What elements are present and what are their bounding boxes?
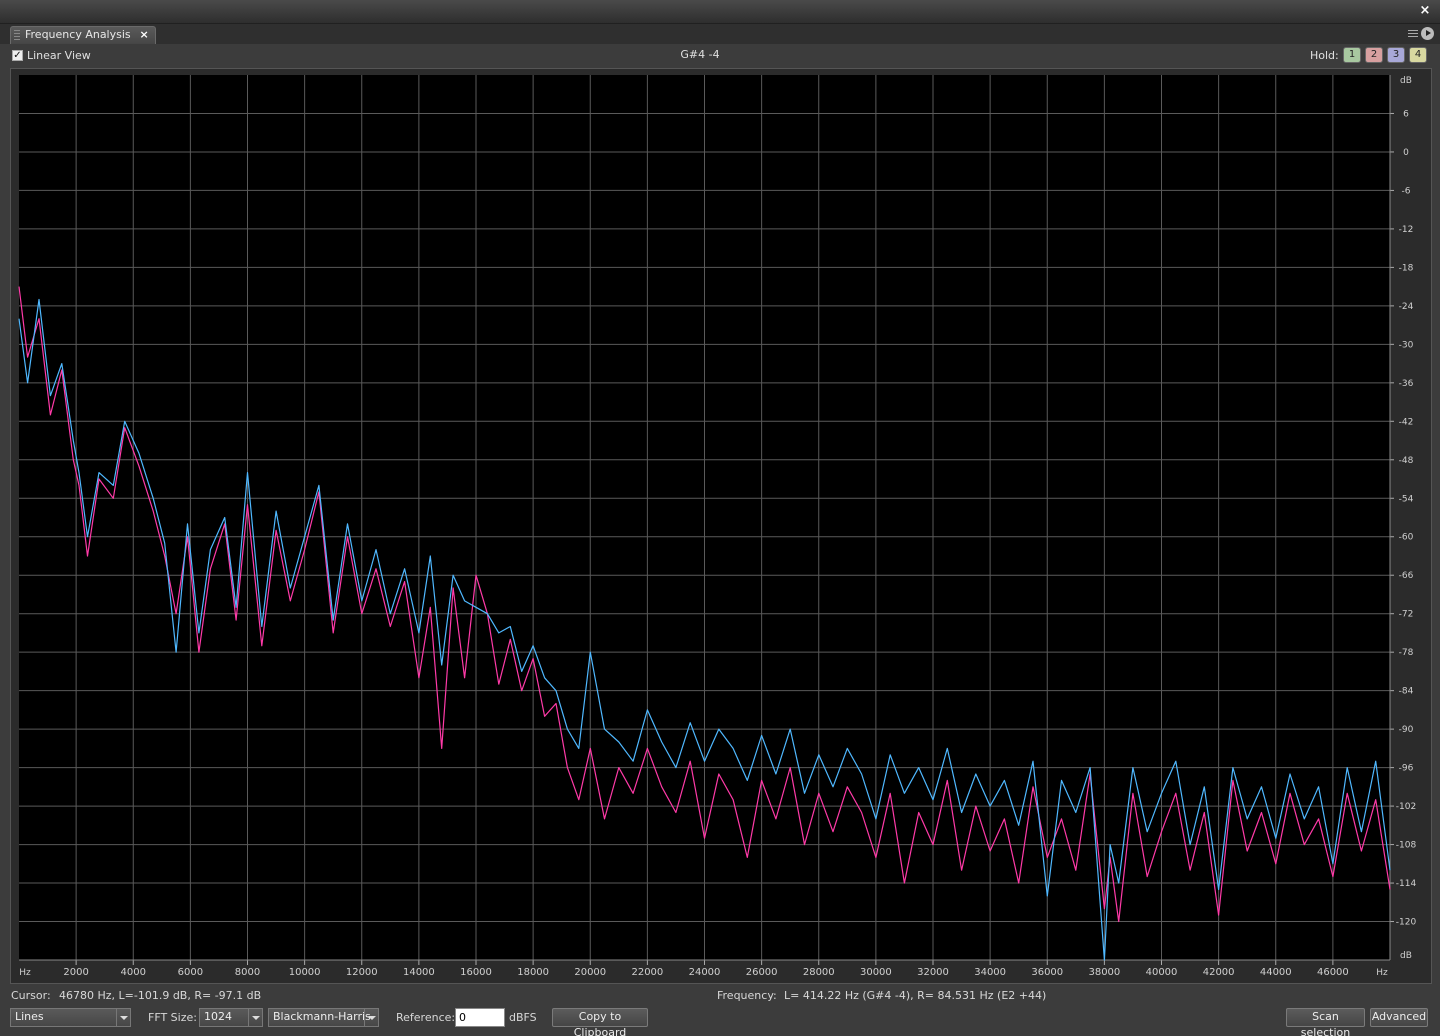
title-bar: × bbox=[0, 0, 1440, 24]
y-tick-label: 6 bbox=[1403, 109, 1409, 119]
y-tick-label: -90 bbox=[1399, 725, 1414, 735]
fft-size-value: 1024 bbox=[204, 1010, 232, 1023]
linear-view-label[interactable]: Linear View bbox=[27, 49, 91, 62]
x-tick-label: 8000 bbox=[235, 967, 260, 978]
display-mode-select[interactable]: Lines bbox=[10, 1008, 131, 1027]
x-tick-label: 40000 bbox=[1146, 967, 1178, 978]
y-tick-label: -96 bbox=[1399, 764, 1414, 774]
y-tick-label: -72 bbox=[1399, 610, 1414, 620]
y-tick-label: -24 bbox=[1399, 302, 1414, 312]
x-unit-label: Hz bbox=[19, 968, 31, 978]
chevron-down-icon[interactable] bbox=[116, 1009, 130, 1026]
x-tick-label: 42000 bbox=[1203, 967, 1235, 978]
reference-input[interactable] bbox=[455, 1008, 505, 1027]
grip-icon[interactable] bbox=[14, 30, 20, 41]
frequency-spectrum-chart[interactable]: 2000 4000 6000 8000 10000 12000 14000 16000 1800… bbox=[10, 68, 1430, 982]
y-tick-label: -30 bbox=[1399, 340, 1414, 350]
panel-options-arrow-icon[interactable] bbox=[1421, 27, 1434, 40]
window-function-value: Blackmann-Harris bbox=[273, 1010, 371, 1023]
analysis-toolbar: ✓ Linear View G#4 -4 Hold: 1 2 3 4 bbox=[0, 44, 1440, 68]
x-tick-label: 46000 bbox=[1317, 967, 1349, 978]
panel-menu-icon[interactable] bbox=[1408, 30, 1418, 38]
tab-close-icon[interactable]: × bbox=[139, 27, 148, 43]
x-tick-label: 2000 bbox=[63, 967, 88, 978]
scan-selection-button[interactable]: Scan selection bbox=[1286, 1008, 1365, 1036]
y-tick-label: -6 bbox=[1402, 186, 1411, 196]
bottom-controls: Lines FFT Size: 1024 Blackmann-Harris Re… bbox=[0, 1005, 1440, 1036]
frequency-readout: L= 414.22 Hz (G#4 -4), R= 84.531 Hz (E2 … bbox=[784, 989, 1047, 1002]
x-tick-label: 34000 bbox=[974, 967, 1006, 978]
x-unit-label: Hz bbox=[1376, 968, 1388, 978]
x-tick-label: 44000 bbox=[1260, 967, 1292, 978]
cursor-label: Cursor: bbox=[11, 989, 51, 1002]
display-mode-value: Lines bbox=[15, 1010, 44, 1023]
y-tick-label: 0 bbox=[1403, 148, 1409, 158]
x-tick-label: 38000 bbox=[1088, 967, 1120, 978]
tab-frequency-analysis[interactable]: Frequency Analysis × bbox=[10, 26, 156, 44]
x-tick-label: 10000 bbox=[289, 967, 321, 978]
y-tick-label: -12 bbox=[1399, 225, 1414, 235]
hold-button-3[interactable]: 3 bbox=[1387, 47, 1405, 63]
y-tick-label: -54 bbox=[1399, 494, 1414, 504]
x-tick-label: 28000 bbox=[803, 967, 835, 978]
y-unit-label: dB bbox=[1400, 951, 1412, 961]
y-tick-label: -42 bbox=[1399, 417, 1414, 427]
linear-view-checkbox[interactable]: ✓ bbox=[12, 50, 23, 61]
x-tick-label: 18000 bbox=[517, 967, 549, 978]
y-tick-label: -48 bbox=[1399, 456, 1414, 466]
window-close-icon[interactable]: × bbox=[1418, 4, 1432, 18]
y-tick-label: -78 bbox=[1399, 648, 1414, 658]
x-tick-label: 26000 bbox=[746, 967, 778, 978]
y-tick-label: -102 bbox=[1396, 802, 1416, 812]
hold-button-1[interactable]: 1 bbox=[1343, 47, 1361, 63]
frequency-label: Frequency: bbox=[717, 989, 777, 1002]
y-tick-label: -120 bbox=[1396, 918, 1417, 928]
y-tick-label: -60 bbox=[1399, 533, 1414, 543]
status-bar: Cursor: 46780 Hz, L=-101.9 dB, R= -97.1 … bbox=[0, 986, 1440, 1004]
pitch-readout: G#4 -4 bbox=[680, 48, 720, 61]
window-function-select[interactable]: Blackmann-Harris bbox=[268, 1008, 379, 1027]
advanced-button[interactable]: Advanced bbox=[1370, 1008, 1428, 1027]
x-tick-label: 32000 bbox=[917, 967, 949, 978]
x-tick-label: 36000 bbox=[1031, 967, 1063, 978]
y-unit-label: dB bbox=[1400, 76, 1412, 86]
tab-label: Frequency Analysis bbox=[25, 28, 131, 41]
hold-button-2[interactable]: 2 bbox=[1365, 47, 1383, 63]
chevron-down-icon[interactable] bbox=[248, 1009, 262, 1026]
cursor-readout: 46780 Hz, L=-101.9 dB, R= -97.1 dB bbox=[59, 989, 262, 1002]
y-tick-label: -84 bbox=[1399, 687, 1414, 697]
y-tick-label: -114 bbox=[1396, 879, 1417, 889]
hold-label: Hold: bbox=[1310, 49, 1339, 62]
copy-to-clipboard-button[interactable]: Copy to Clipboard bbox=[552, 1008, 648, 1036]
y-tick-label: -18 bbox=[1399, 263, 1414, 273]
y-tick-label: -66 bbox=[1399, 571, 1414, 581]
y-tick-label: -108 bbox=[1396, 841, 1417, 851]
x-tick-label: 12000 bbox=[346, 967, 378, 978]
tab-row: Frequency Analysis × bbox=[0, 24, 1440, 44]
x-tick-label: 14000 bbox=[403, 967, 435, 978]
x-tick-label: 6000 bbox=[178, 967, 203, 978]
x-tick-label: 20000 bbox=[574, 967, 606, 978]
y-tick-label: -36 bbox=[1399, 379, 1414, 389]
x-tick-label: 4000 bbox=[121, 967, 146, 978]
hold-button-4[interactable]: 4 bbox=[1409, 47, 1427, 63]
x-tick-label: 22000 bbox=[631, 967, 663, 978]
fft-size-label: FFT Size: bbox=[148, 1011, 197, 1024]
reference-unit: dBFS bbox=[509, 1011, 537, 1024]
fft-size-select[interactable]: 1024 bbox=[199, 1008, 263, 1027]
x-tick-label: 24000 bbox=[689, 967, 721, 978]
x-tick-label: 30000 bbox=[860, 967, 892, 978]
reference-label: Reference: bbox=[396, 1011, 456, 1024]
chevron-down-icon[interactable] bbox=[364, 1009, 378, 1026]
frequency-analysis-window: × Frequency Analysis × ✓ Linear View G#4… bbox=[0, 0, 1440, 1036]
x-tick-label: 16000 bbox=[460, 967, 492, 978]
